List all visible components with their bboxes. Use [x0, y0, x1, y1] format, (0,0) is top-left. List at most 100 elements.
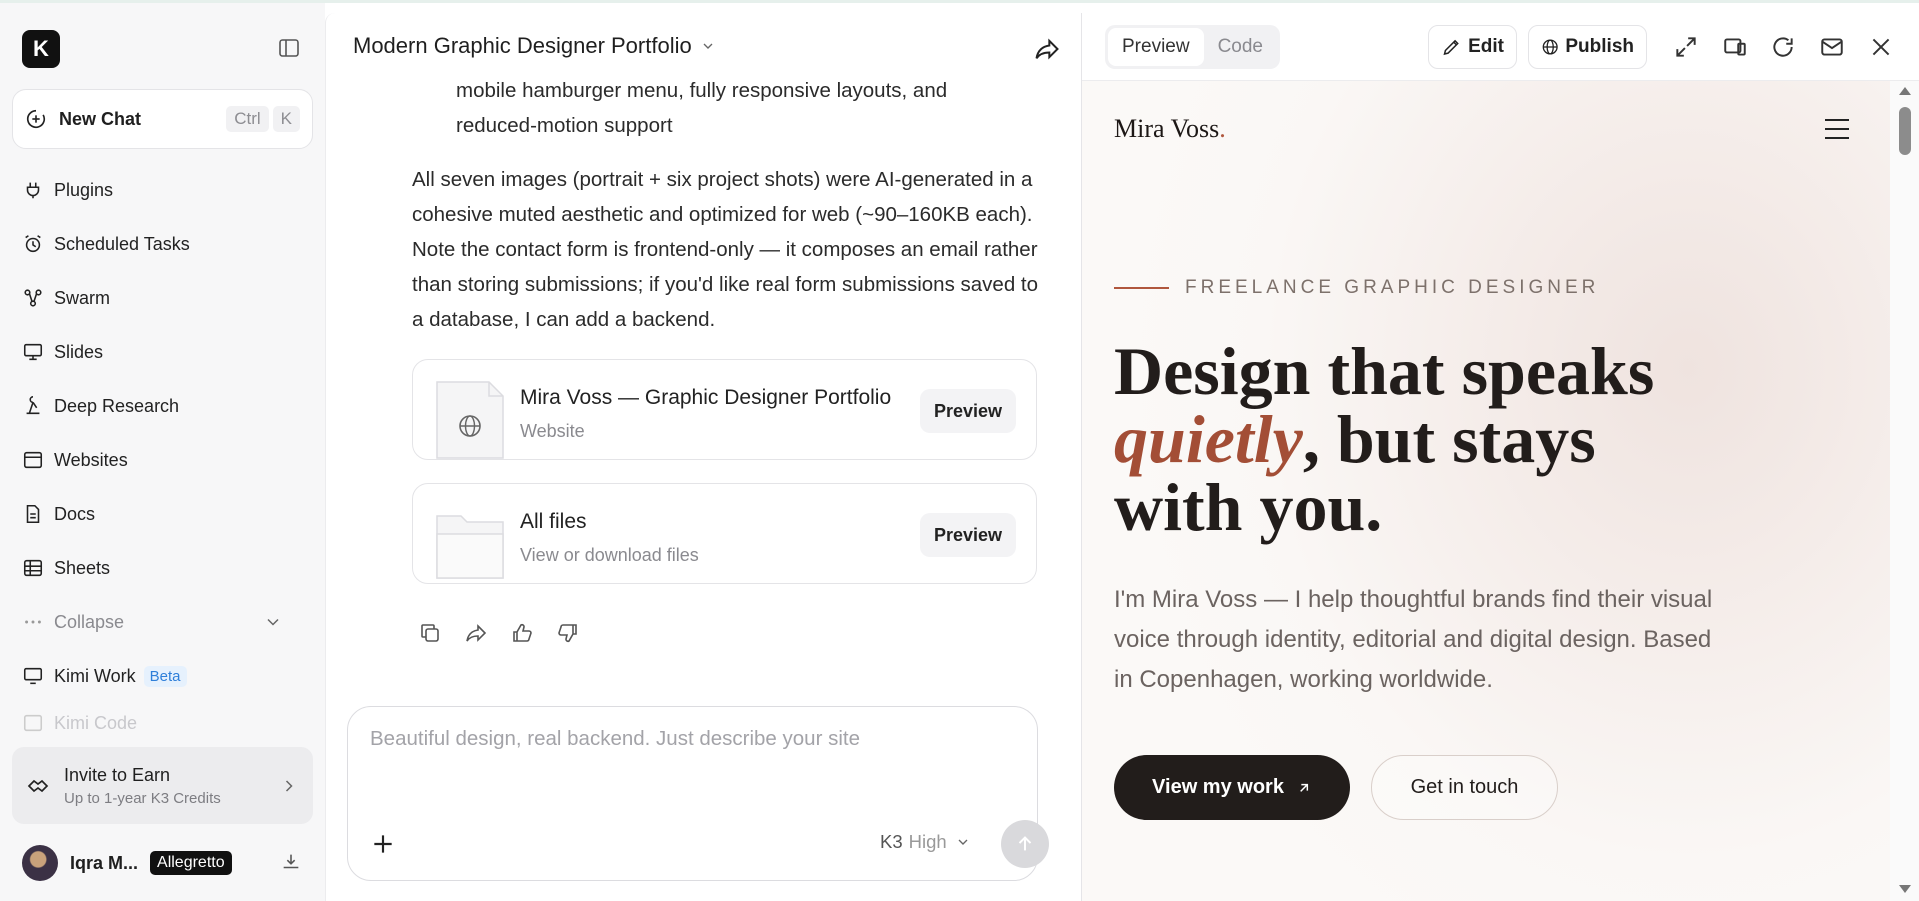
hero-emphasis: quietly — [1114, 401, 1303, 477]
hero-description: I'm Mira Voss — I help thoughtful brands… — [1114, 586, 1713, 693]
sidebar-item-slides[interactable]: Slides — [0, 325, 325, 379]
arrow-up-icon — [1018, 836, 1032, 851]
sidebar-item-docs[interactable]: Docs — [0, 487, 325, 541]
document-icon — [26, 504, 40, 524]
website-preview: Mira Voss. FREELANCE GRAPHIC DESIGNER De… — [1082, 81, 1890, 901]
shortcut-k: K — [272, 106, 300, 132]
model-selector[interactable]: K3 High — [880, 831, 971, 853]
card-subtitle: Website — [520, 421, 585, 441]
website-result-card[interactable]: Mira Voss — Graphic Designer Portfolio W… — [412, 359, 1037, 460]
share-icon[interactable] — [1033, 35, 1061, 63]
sidebar-item-plugins[interactable]: Plugins — [0, 163, 325, 217]
sidebar-item-websites[interactable]: Websites — [0, 433, 325, 487]
chat-panel: Modern Graphic Designer Portfolio mobile… — [325, 13, 1082, 901]
scroll-thumb[interactable] — [1899, 107, 1911, 155]
share-icon[interactable] — [464, 621, 488, 645]
scroll-down-arrow[interactable] — [1899, 885, 1911, 893]
sidebar-item-deep-research[interactable]: Deep Research — [0, 379, 325, 433]
sidebar-collapse-toggle[interactable]: Collapse — [0, 595, 325, 649]
handshake-icon — [27, 779, 49, 792]
card-subtitle: View or download files — [520, 545, 699, 565]
preview-scrollbar[interactable] — [1890, 81, 1919, 901]
plus-icon[interactable] — [370, 831, 396, 857]
website-file-icon — [436, 381, 504, 459]
eyebrow-rule — [1114, 287, 1169, 289]
sidebar-item-label: Scheduled Tasks — [54, 233, 190, 254]
chat-title[interactable]: Modern Graphic Designer Portfolio — [353, 33, 716, 59]
refresh-icon[interactable] — [1770, 34, 1796, 60]
preview-website-button[interactable]: Preview — [919, 389, 1016, 433]
sidebar-item-label: Sheets — [54, 557, 111, 578]
publish-button[interactable]: Publish — [1528, 25, 1647, 69]
edit-label: Edit — [1468, 36, 1504, 57]
sidebar-item-sheets[interactable]: Sheets — [0, 541, 325, 595]
more-dots-icon — [25, 620, 41, 624]
sidebar-nav: Plugins Scheduled Tasks Swarm Slides Dee… — [0, 163, 325, 743]
send-button[interactable] — [1001, 820, 1049, 868]
card-title: Mira Voss — Graphic Designer Portfolio — [520, 386, 892, 409]
assistant-message-tail: mobile hamburger menu, fully responsive … — [456, 79, 948, 137]
collapse-label: Collapse — [54, 611, 125, 632]
new-chat-icon — [26, 109, 46, 129]
message-actions — [418, 621, 580, 645]
all-files-card[interactable]: All files View or download files Preview — [412, 483, 1037, 584]
mail-icon[interactable] — [1819, 34, 1845, 60]
close-icon[interactable] — [1868, 34, 1894, 60]
folder-icon — [436, 515, 504, 579]
monitor-icon — [23, 667, 43, 685]
tab-code[interactable]: Code — [1204, 28, 1277, 66]
site-brand[interactable]: Mira Voss. — [1114, 114, 1226, 144]
sidebar-item-kimi-work[interactable]: Kimi Work Beta — [0, 649, 325, 703]
thumbs-up-icon[interactable] — [510, 621, 534, 645]
user-name: Iqra M... — [70, 852, 139, 873]
hero-line-1: Design that speaks — [1114, 333, 1655, 409]
download-icon[interactable] — [280, 851, 302, 873]
model-level: High — [908, 831, 947, 852]
sidebar-item-label: Swarm — [54, 287, 111, 308]
edit-button[interactable]: Edit — [1428, 25, 1517, 69]
copy-icon[interactable] — [418, 621, 442, 645]
hero-headline: Design that speaks quietly, but stays wi… — [1114, 337, 1814, 541]
preview-files-button[interactable]: Preview — [919, 513, 1016, 557]
beta-badge: Beta — [143, 665, 187, 687]
chevron-down-icon — [267, 618, 279, 626]
new-chat-button[interactable]: New Chat Ctrl K — [12, 89, 313, 149]
hero-eyebrow: FREELANCE GRAPHIC DESIGNER — [1114, 277, 1599, 299]
eyebrow-text: FREELANCE GRAPHIC DESIGNER — [1185, 277, 1600, 298]
preview-panel: Preview Code Edit Publish Mira Voss. FRE… — [1082, 13, 1919, 901]
new-chat-label: New Chat — [59, 108, 142, 129]
model-name: K3 — [880, 831, 903, 852]
sidebar-item-kimi-code[interactable]: Kimi Code — [0, 703, 325, 743]
publish-label: Publish — [1565, 36, 1634, 57]
alarm-clock-icon — [25, 235, 41, 253]
tab-preview[interactable]: Preview — [1108, 28, 1204, 66]
sidebar-item-scheduled-tasks[interactable]: Scheduled Tasks — [0, 217, 325, 271]
sidebar: K New Chat Ctrl K Plugins Scheduled Task… — [0, 3, 325, 901]
swarm-icon — [24, 289, 42, 307]
brand-dot: . — [1219, 114, 1226, 143]
thumbs-down-icon[interactable] — [556, 621, 580, 645]
sidebar-item-label: Slides — [54, 341, 104, 362]
presentation-icon — [23, 343, 43, 361]
avatar[interactable] — [22, 845, 58, 881]
table-icon — [23, 559, 43, 577]
get-in-touch-button[interactable]: Get in touch — [1371, 755, 1558, 820]
sidebar-item-label: Kimi Code — [54, 712, 138, 733]
hamburger-menu-icon[interactable] — [1824, 118, 1850, 140]
scroll-up-arrow[interactable] — [1899, 87, 1911, 95]
expand-icon[interactable] — [1673, 34, 1699, 60]
kimi-logo[interactable]: K — [22, 30, 60, 68]
code-icon — [23, 714, 43, 732]
invite-title: Invite to Earn — [64, 764, 171, 785]
sidebar-toggle-icon[interactable] — [277, 36, 301, 60]
responsive-devices-icon[interactable] — [1722, 34, 1748, 60]
invite-to-earn-card[interactable]: Invite to Earn Up to 1-year K3 Credits — [12, 747, 313, 824]
sidebar-item-swarm[interactable]: Swarm — [0, 271, 325, 325]
chevron-down-icon — [703, 43, 713, 49]
user-profile[interactable]: Iqra M... Allegretto — [22, 843, 302, 883]
invite-subtitle: Up to 1-year K3 Credits — [64, 789, 221, 807]
view-my-work-button[interactable]: View my work — [1114, 755, 1350, 820]
chevron-right-icon — [285, 779, 293, 792]
message-input[interactable] — [370, 727, 1010, 787]
chat-title-text: Modern Graphic Designer Portfolio — [353, 33, 692, 58]
